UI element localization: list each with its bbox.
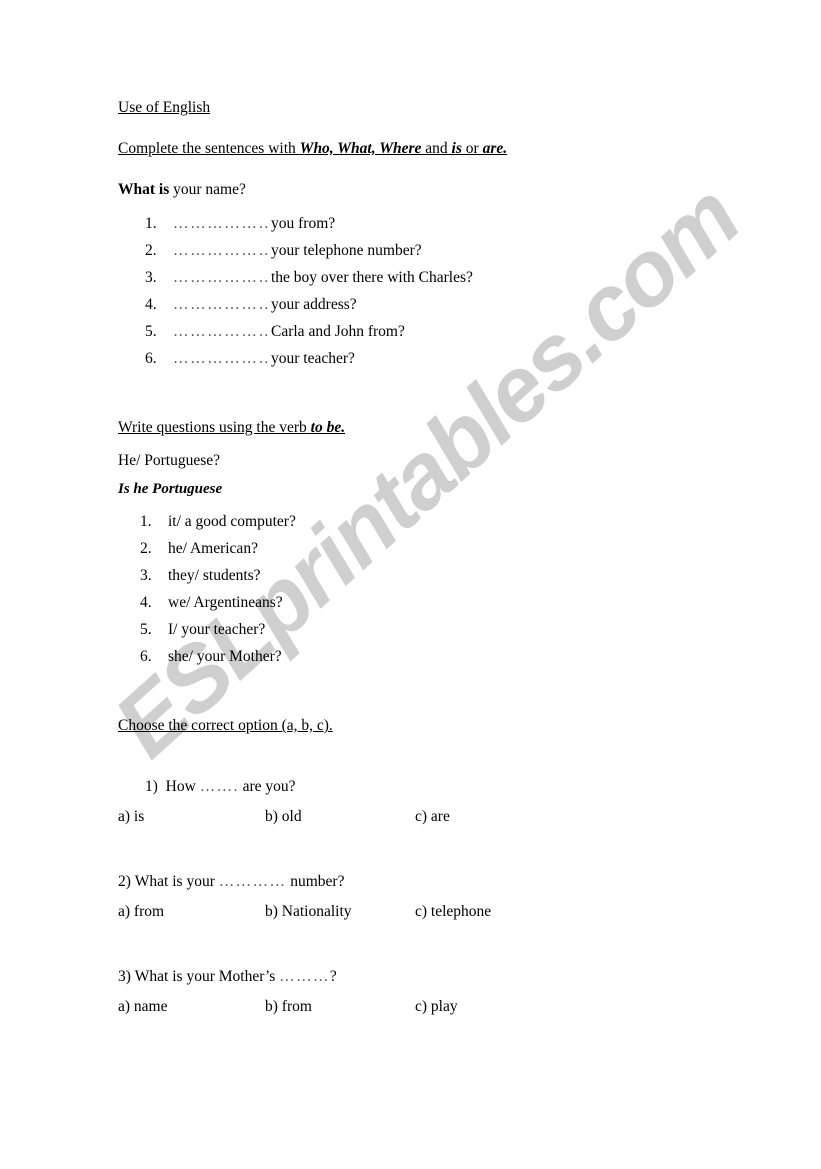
mc-question-pre: What is your Mother’s <box>134 968 280 985</box>
mc-question-post: are you? <box>238 778 296 795</box>
item-text: the boy over there with Charles? <box>271 269 473 286</box>
item-number: 5. <box>140 621 152 638</box>
section1-instruction-mid: and <box>421 140 452 157</box>
mc-question-block: 1) How ……. are you? a) is b) old c) are <box>118 777 758 826</box>
item-text: he/ American? <box>168 540 258 557</box>
list-item[interactable]: 6. she/ your Mother? <box>140 643 758 670</box>
mc-option-c[interactable]: c) are <box>415 807 450 826</box>
item-text: she/ your Mother? <box>168 648 282 665</box>
mc-question-post: ? <box>329 968 337 985</box>
answer-blank[interactable]: ……… <box>279 968 330 985</box>
list-item[interactable]: 2. ……………… your telephone number? <box>145 237 758 264</box>
item-number: 1. <box>145 215 157 232</box>
item-text: your teacher? <box>271 350 355 367</box>
section1-keyword-is: is <box>451 140 462 157</box>
mc-option-a[interactable]: a) name <box>118 997 265 1016</box>
mc-option-a[interactable]: a) is <box>118 807 265 826</box>
item-text: it/ a good computer? <box>168 513 296 530</box>
answer-blank[interactable]: ……. <box>200 778 239 795</box>
item-text: I/ your teacher? <box>168 621 266 638</box>
section1-instruction-mid2: or <box>461 140 483 157</box>
item-number: 4. <box>145 296 157 313</box>
section1-example-bold: What is <box>118 181 170 198</box>
item-text: they/ students? <box>168 567 261 584</box>
list-item[interactable]: 3. they/ students? <box>140 562 758 589</box>
item-number: 4. <box>140 594 152 611</box>
list-item[interactable]: 5. I/ your teacher? <box>140 616 758 643</box>
mc-option-c[interactable]: c) play <box>415 997 458 1016</box>
item-text: Carla and John from? <box>271 323 405 340</box>
mc-options-row: a) name b) from c) play <box>118 997 758 1016</box>
section1-question-list: 1. ……………… you from? 2. ……………… your telep… <box>145 210 758 372</box>
item-number: 2. <box>140 540 152 557</box>
mc-question-pre: How <box>165 778 200 795</box>
answer-blank[interactable]: ……………… <box>173 350 269 367</box>
mc-question-text: 1) How ……. are you? <box>145 777 758 796</box>
section1-example-rest: your name? <box>169 181 246 198</box>
section1-keyword-are: are. <box>482 140 508 157</box>
list-item[interactable]: 6. ……………… your teacher? <box>145 345 758 372</box>
mc-question-label: 2) <box>118 873 131 890</box>
answer-blank[interactable]: ……………… <box>173 242 269 259</box>
mc-option-a[interactable]: a) from <box>118 902 265 921</box>
answer-blank[interactable]: ……………… <box>173 323 269 340</box>
section1-example: What is your name? <box>118 180 758 200</box>
mc-option-c[interactable]: c) telephone <box>415 902 491 921</box>
mc-question-block: 3) What is your Mother’s ………? a) name b)… <box>118 967 758 1016</box>
answer-blank[interactable]: ………… <box>219 873 287 890</box>
mc-question-post: number? <box>286 873 345 890</box>
worksheet-page: Use of English Complete the sentences wi… <box>0 0 821 1169</box>
section2-instruction-prefix: Write questions using the verb <box>118 419 311 436</box>
answer-blank[interactable]: ……………… <box>173 215 269 232</box>
item-text: we/ Argentineans? <box>168 594 283 611</box>
item-text: your address? <box>271 296 357 313</box>
section2-example-answer: Is he Portuguese <box>118 481 223 497</box>
mc-question-block: 2) What is your ………… number? a) from b) … <box>118 872 758 921</box>
item-text: you from? <box>271 215 336 232</box>
item-number: 3. <box>140 567 152 584</box>
section3-instruction: Choose the correct option (a, b, c). <box>118 717 333 734</box>
section2-keyword-tobe: to be. <box>310 419 346 436</box>
mc-question-label: 3) <box>118 968 131 985</box>
item-number: 3. <box>145 269 157 286</box>
mc-option-b[interactable]: b) Nationality <box>265 902 415 921</box>
section1-keywords: Who, What, Where <box>299 140 422 157</box>
list-item[interactable]: 5. ……………… Carla and John from? <box>145 318 758 345</box>
mc-options-row: a) from b) Nationality c) telephone <box>118 902 758 921</box>
answer-blank[interactable]: ……………… <box>173 269 269 286</box>
list-item[interactable]: 3. ……………… the boy over there with Charle… <box>145 264 758 291</box>
mc-question-label: 1) <box>145 778 158 795</box>
mc-option-b[interactable]: b) from <box>265 997 415 1016</box>
list-item[interactable]: 1. it/ a good computer? <box>140 508 758 535</box>
page-title: Use of English <box>118 99 211 116</box>
mc-question-text: 3) What is your Mother’s ………? <box>118 967 758 986</box>
mc-question-text: 2) What is your ………… number? <box>118 872 758 891</box>
section2-question-list: 1. it/ a good computer? 2. he/ American?… <box>140 508 758 670</box>
item-number: 5. <box>145 323 157 340</box>
section2-prompt: He/ Portuguese? <box>118 452 221 469</box>
mc-question-pre: What is your <box>134 873 219 890</box>
list-item[interactable]: 2. he/ American? <box>140 535 758 562</box>
item-text: your telephone number? <box>271 242 422 259</box>
answer-blank[interactable]: ……………… <box>173 296 269 313</box>
item-number: 1. <box>140 513 152 530</box>
section1-instruction: Complete the sentences with Who, What, W… <box>118 139 758 158</box>
mc-option-b[interactable]: b) old <box>265 807 415 826</box>
list-item[interactable]: 1. ……………… you from? <box>145 210 758 237</box>
list-item[interactable]: 4. we/ Argentineans? <box>140 589 758 616</box>
section2-instruction: Write questions using the verb to be. <box>118 418 758 437</box>
item-number: 6. <box>145 350 157 367</box>
list-item[interactable]: 4. ……………… your address? <box>145 291 758 318</box>
item-number: 6. <box>140 648 152 665</box>
worksheet-content: Use of English Complete the sentences wi… <box>118 98 758 1016</box>
item-number: 2. <box>145 242 157 259</box>
mc-options-row: a) is b) old c) are <box>118 807 758 826</box>
section1-instruction-prefix: Complete the sentences with <box>118 140 300 157</box>
